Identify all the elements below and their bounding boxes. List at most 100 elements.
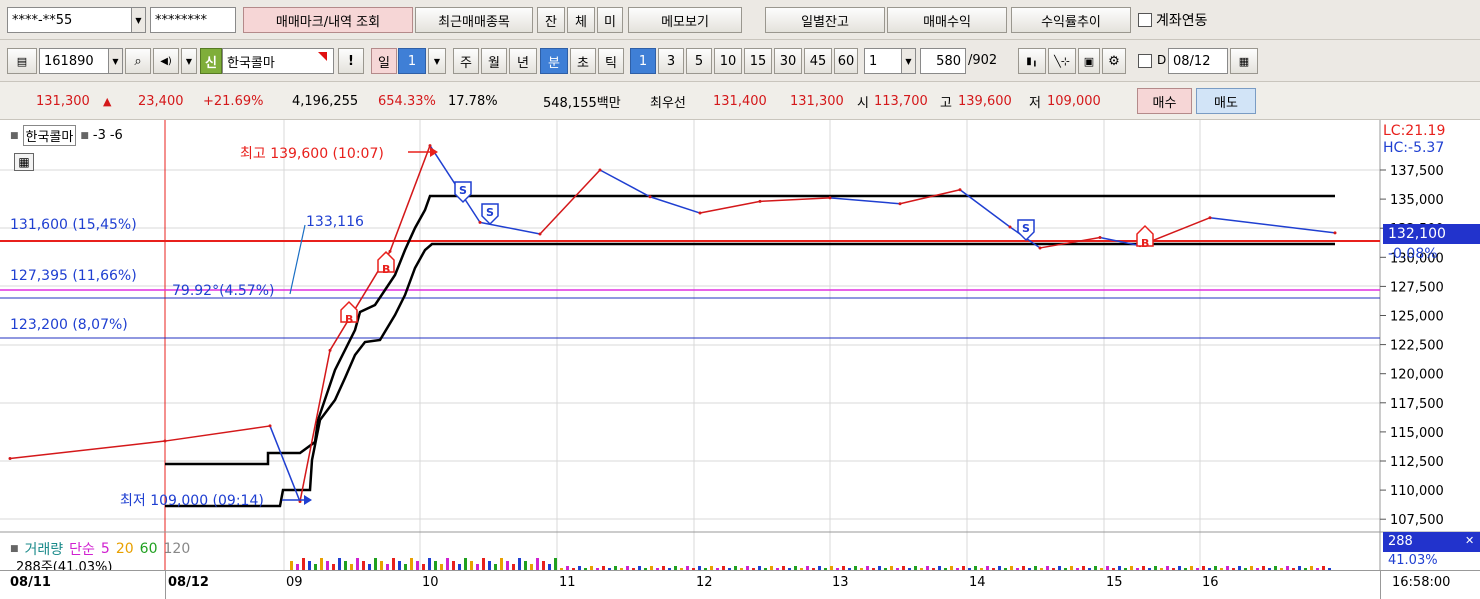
sell-button[interactable]: 매도 — [1196, 88, 1256, 114]
save-icon[interactable]: ▣ — [1078, 48, 1100, 74]
stock-name-field[interactable]: 한국콜마 — [222, 48, 334, 74]
period-second-button[interactable]: 초 — [570, 48, 596, 74]
memo-button[interactable]: 메모보기 — [628, 7, 742, 33]
ma-20: 20 — [115, 541, 134, 557]
volume-bar — [344, 561, 347, 570]
recent-trades-button[interactable]: 최근매매종목 — [415, 7, 533, 33]
flag-icon — [318, 52, 327, 61]
volume-bar — [524, 561, 527, 570]
interval-3[interactable]: 3 — [658, 48, 684, 74]
price-chart[interactable]: B B B S S S 137,500135,000132,500130,000… — [0, 120, 1480, 570]
chevron-down-icon[interactable]: ▼ — [131, 8, 145, 32]
interval-10[interactable]: 10 — [714, 48, 742, 74]
candle-type-icon[interactable]: ▮╻ — [1018, 48, 1046, 74]
date-input[interactable]: 08/12 — [1168, 48, 1228, 74]
period-day-count[interactable]: 1 — [398, 48, 426, 74]
calendar-icon[interactable]: ▦ — [1230, 48, 1258, 74]
chart-legend[interactable]: ■ 한국콜마 ■ -3 -6 — [10, 125, 123, 146]
date-checkbox[interactable] — [1138, 54, 1152, 68]
interval-45[interactable]: 45 — [804, 48, 832, 74]
interval-60[interactable]: 60 — [834, 48, 858, 74]
return-trend-button[interactable]: 수익률추이 — [1011, 7, 1131, 33]
time-label: 16:58:00 — [1392, 575, 1451, 590]
tab-filled[interactable]: 체 — [567, 7, 595, 33]
price-point — [328, 348, 332, 352]
high-label: 고 — [940, 95, 952, 111]
period-month-button[interactable]: 월 — [481, 48, 507, 74]
volume-bar — [452, 561, 455, 570]
tab-unfilled[interactable]: 미 — [597, 7, 623, 33]
volume-bar — [464, 558, 467, 570]
volume-bar — [488, 561, 491, 570]
legend-stock-name[interactable]: 한국콜마 — [22, 125, 77, 146]
volume-bar — [428, 558, 431, 570]
account-link-checkbox[interactable] — [1138, 13, 1152, 27]
interval-5[interactable]: 5 — [686, 48, 712, 74]
alert-button[interactable]: ! — [338, 48, 364, 74]
buy-button[interactable]: 매수 — [1137, 88, 1192, 114]
price-change: 23,400 — [138, 93, 184, 109]
date-d-label: D — [1157, 53, 1167, 67]
best-quote-label: 최우선 — [650, 95, 686, 111]
period-minute-button[interactable]: 분 — [540, 48, 568, 74]
x-label-hour: 10 — [422, 575, 439, 590]
chevron-down-icon[interactable]: ▼ — [901, 49, 915, 73]
price-point — [1038, 246, 1042, 250]
low-annotation: 최저 109,000 (09:14) — [120, 493, 264, 509]
bar-count-input[interactable]: 580 — [920, 48, 966, 74]
chevron-down-icon[interactable]: ▼ — [428, 48, 446, 74]
period-day-button[interactable]: 일 — [371, 48, 397, 74]
period-tick-button[interactable]: 틱 — [598, 48, 624, 74]
high-annotation: 최고 139,600 (10:07) — [240, 146, 384, 162]
stock-code-input[interactable]: 161890 ▼ — [39, 48, 123, 74]
interval-30[interactable]: 30 — [774, 48, 802, 74]
chevron-down-icon[interactable]: ▼ — [181, 48, 197, 74]
volume-bar — [302, 558, 305, 570]
price-point — [163, 439, 167, 443]
stock-list-icon[interactable]: ▤ — [7, 48, 37, 74]
close-icon[interactable]: ✕ — [1465, 534, 1474, 547]
volume-sub-label: 288주(41.03%) — [16, 560, 113, 570]
interval-15[interactable]: 15 — [744, 48, 772, 74]
volume-bar — [416, 561, 419, 570]
price-point — [388, 249, 392, 253]
y-tick-label: 115,000 — [1390, 426, 1444, 441]
trade-amount: 548,155백만 — [543, 95, 621, 111]
volume-bar — [338, 558, 341, 570]
angle-label: 79.92°(4.57%) — [172, 283, 275, 299]
trend-value-label: 133,116 — [306, 214, 364, 230]
draw-tool-icon[interactable]: ╲⊹ — [1048, 48, 1076, 74]
x-divider — [1380, 571, 1381, 599]
volume-pct: 41.03% — [1388, 553, 1438, 568]
trade-profit-button[interactable]: 매매수익 — [887, 7, 1007, 33]
account-select[interactable]: ****-**55 ▼ — [7, 7, 146, 33]
x-label-hour: 13 — [832, 575, 849, 590]
table-toggle-icon[interactable]: ▦ — [14, 153, 34, 171]
interval-input[interactable]: 1 ▼ — [864, 48, 916, 74]
y-tick-label: 117,500 — [1390, 397, 1444, 412]
period-year-button[interactable]: 년 — [509, 48, 537, 74]
ma-5: 5 — [100, 541, 110, 557]
gear-icon[interactable]: ⚙ — [1102, 48, 1126, 74]
x-label-hour: 14 — [969, 575, 986, 590]
daily-balance-button[interactable]: 일별잔고 — [765, 7, 885, 33]
chevron-down-icon[interactable]: ▼ — [108, 49, 122, 73]
period-week-button[interactable]: 주 — [453, 48, 479, 74]
trade-mark-button[interactable]: 매매마크/내역 조회 — [243, 7, 413, 33]
open-price: 113,700 — [874, 93, 928, 109]
price-point — [428, 144, 432, 148]
price-change-pct: +21.69% — [203, 93, 264, 109]
svg-text:S: S — [1022, 222, 1030, 235]
speaker-icon[interactable]: ◀) — [153, 48, 179, 74]
low-label: 저 — [1029, 95, 1041, 111]
volume-bar — [326, 561, 329, 570]
volume-bar — [506, 561, 509, 570]
password-field[interactable]: ******** — [150, 7, 236, 33]
interval-1[interactable]: 1 — [630, 48, 656, 74]
search-icon[interactable]: ⌕ — [125, 48, 151, 74]
volume: 4,196,255 — [292, 93, 359, 109]
price-point — [758, 199, 762, 203]
price-point — [828, 196, 832, 200]
volume-bar — [542, 561, 545, 570]
tab-balance[interactable]: 잔 — [537, 7, 565, 33]
